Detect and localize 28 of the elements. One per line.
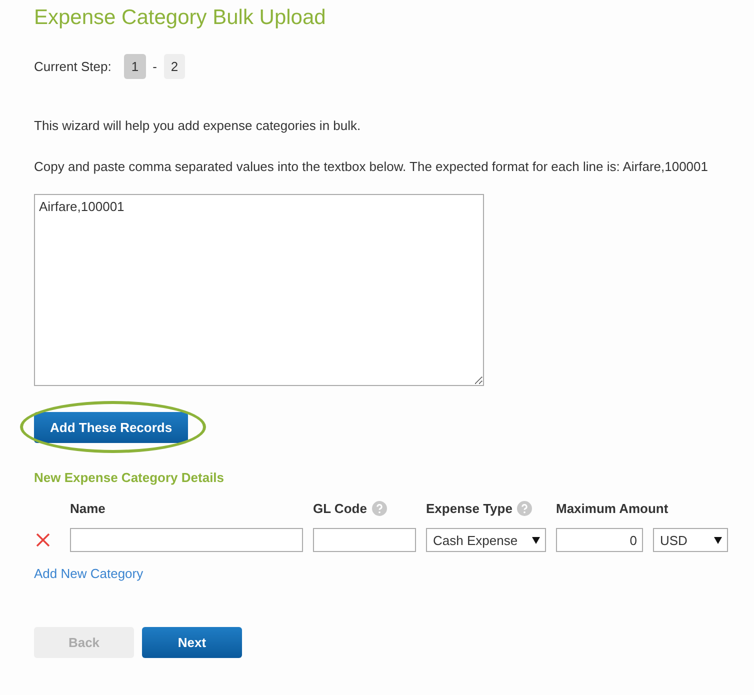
instructions-text: Copy and paste comma separated values into the textbox below. The expected format for each line is: Airfare,100001 <box>34 159 708 174</box>
currency-dropdown[interactable]: USD <box>653 528 728 552</box>
bulk-input-field[interactable]: Airfare,100001 <box>34 194 484 386</box>
step-label: Current Step: <box>34 59 112 74</box>
dropdown-value: USD <box>660 532 688 548</box>
expense-type-dropdown[interactable]: Cash Expense <box>426 528 546 552</box>
dropdown-value: Cash Expense <box>433 532 518 548</box>
step-separator: - <box>152 59 157 74</box>
next-button[interactable]: Next <box>142 627 242 658</box>
step-indicator: 2 <box>164 54 186 79</box>
column-header: Name <box>70 501 106 516</box>
intro-text: This wizard will help you add expense categories in bulk. <box>34 118 361 133</box>
help-icon[interactable] <box>517 501 532 516</box>
caret-icon <box>532 536 540 544</box>
add-category-link[interactable]: Add New Category <box>34 566 144 581</box>
column-header: Expense Type <box>426 501 512 516</box>
column-header: Maximum Amount <box>556 501 668 516</box>
name-field[interactable] <box>70 528 303 552</box>
section-heading: New Expense Category Details <box>34 470 224 485</box>
column-header: GL Code <box>313 501 367 516</box>
amount-field[interactable]: 0 <box>556 528 643 552</box>
help-icon[interactable] <box>372 501 387 516</box>
page-title: Expense Category Bulk Upload <box>34 6 326 30</box>
delete-icon[interactable] <box>36 533 50 547</box>
step-indicator: 1 <box>124 54 146 79</box>
caret-icon <box>714 536 722 544</box>
add-records-button[interactable]: Add These Records <box>34 412 188 443</box>
gl-code-field[interactable] <box>313 528 416 552</box>
